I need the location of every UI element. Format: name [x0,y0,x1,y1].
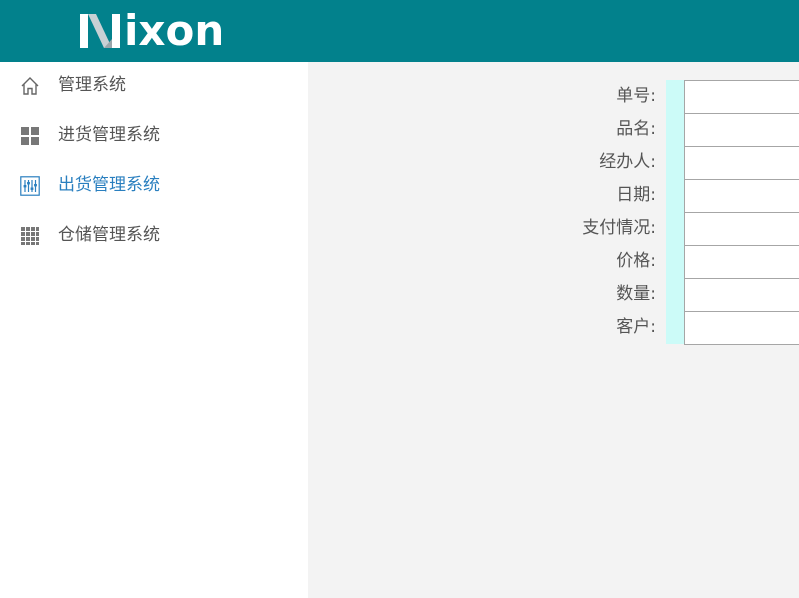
label-price: 价格: [616,251,656,271]
sliders-icon [20,176,40,196]
product-name-input[interactable] [684,113,799,147]
home-icon [21,77,39,95]
quantity-input[interactable] [684,278,799,312]
sidebar-item-label: 进货管理系统 [58,125,160,145]
sidebar-item-warehouse[interactable]: 仓储管理系统 [0,213,308,257]
label-customer: 客户: [616,317,656,337]
payment-status-input[interactable] [684,212,799,246]
label-payment-status: 支付情况: [582,218,656,238]
customer-input[interactable] [684,311,799,345]
sidebar-item-management[interactable]: 管理系统 [0,63,308,107]
sidebar-item-purchase[interactable]: 进货管理系统 [0,113,308,157]
main-content: 单号: 品名: 经办人: 日期: 支付情况: 价格: 数量: 客户: [308,62,799,598]
app-header: ixon [0,0,799,62]
sidebar-item-label: 出货管理系统 [58,175,160,195]
handler-input[interactable] [684,146,799,180]
grid-nine-icon [21,227,39,245]
label-order-number: 单号: [616,86,656,106]
label-handler: 经办人: [599,152,656,172]
sidebar: 管理系统 进货管理系统 出货管理系统 仓储管理系统 [0,62,308,598]
price-input[interactable] [684,245,799,279]
form-accent-strip [666,80,684,344]
grid-four-icon [21,127,39,145]
order-number-input[interactable] [684,80,799,114]
app-logo[interactable]: ixon [78,8,224,54]
sidebar-item-label: 管理系统 [58,75,126,95]
date-input[interactable] [684,179,799,213]
sidebar-item-label: 仓储管理系统 [58,225,160,245]
label-date: 日期: [616,185,656,205]
label-product-name: 品名: [616,119,656,139]
sidebar-item-shipping[interactable]: 出货管理系统 [0,163,308,207]
logo-n-icon [80,14,120,48]
label-quantity: 数量: [616,284,656,304]
logo-text: ixon [124,6,225,55]
